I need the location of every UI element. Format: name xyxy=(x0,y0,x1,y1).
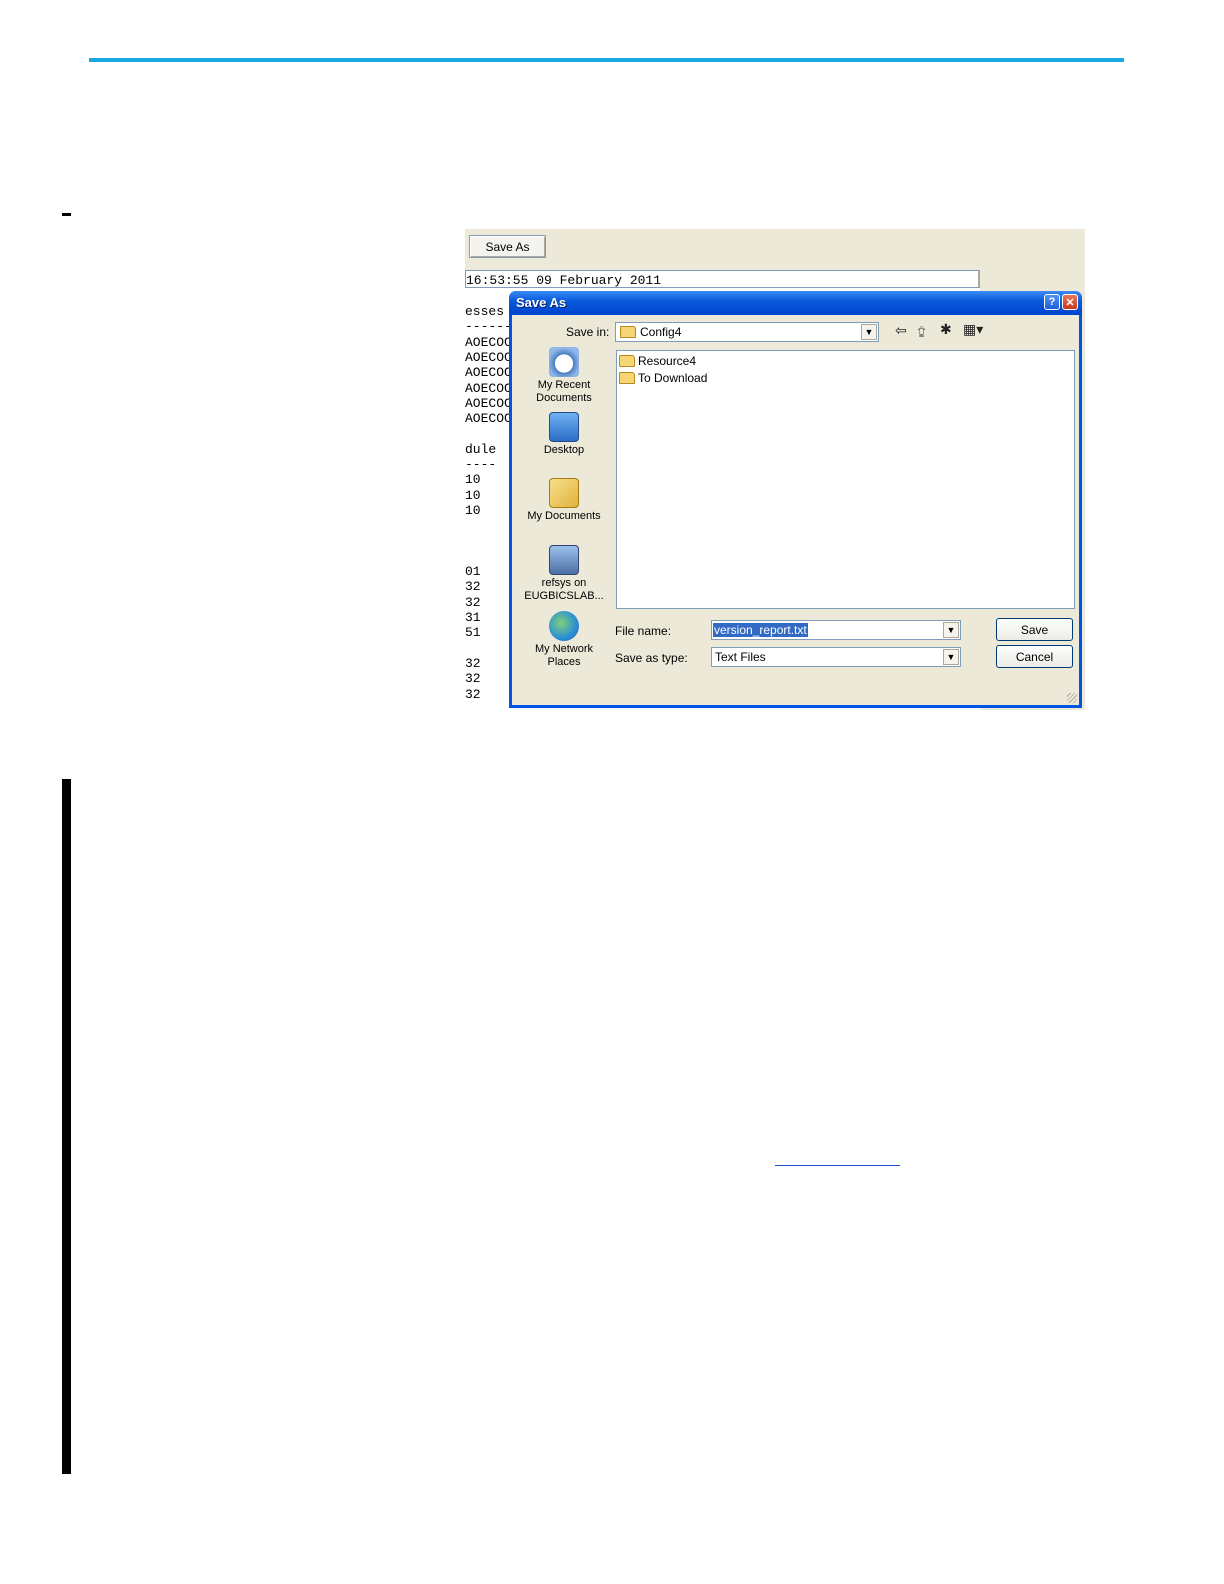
save-in-label: Save in: xyxy=(566,325,610,339)
change-bar xyxy=(62,779,71,1474)
save-as-type-dropdown[interactable]: Text Files ▼ xyxy=(711,647,961,667)
report-line: 32 xyxy=(465,579,481,595)
place-label: My Network Places xyxy=(534,643,594,668)
place-network-places[interactable]: My Network Places xyxy=(518,611,610,669)
dialog-title: Save As xyxy=(516,295,567,310)
view-menu-icon[interactable]: ▦▾ xyxy=(963,322,983,338)
cancel-button[interactable]: Cancel xyxy=(996,645,1073,668)
resize-grip[interactable] xyxy=(1067,693,1077,703)
report-line: 32 xyxy=(465,594,481,610)
report-line: AOECOC xyxy=(465,395,512,411)
save-as-type-label: Save as type: xyxy=(615,651,688,665)
network-drive-icon xyxy=(549,545,579,575)
save-as-type-value: Text Files xyxy=(715,650,766,664)
chevron-down-icon[interactable]: ▼ xyxy=(943,622,959,638)
file-list[interactable]: Resource4 To Download xyxy=(616,350,1075,609)
folder-icon xyxy=(619,355,635,367)
list-item[interactable]: To Download xyxy=(619,371,707,385)
save-button[interactable]: Save xyxy=(996,618,1073,641)
report-line: ---- xyxy=(465,457,497,472)
place-label: refsys on EUGBICSLAB... xyxy=(524,577,604,602)
report-line: 32 xyxy=(465,655,481,671)
screenshot: Save As esses ------ AOECOC AOECOC AOECOC AOE… xyxy=(465,229,1085,710)
close-button[interactable]: ✕ xyxy=(1062,294,1078,310)
chevron-down-icon[interactable]: ▼ xyxy=(861,324,877,340)
report-line: AOECOC xyxy=(465,380,512,396)
list-item[interactable]: Resource4 xyxy=(619,354,696,368)
report-line: 51 xyxy=(465,625,481,641)
file-name-label: File name: xyxy=(615,624,672,638)
report-line: 01 xyxy=(465,564,481,580)
folder-icon xyxy=(619,372,635,384)
header-rule xyxy=(89,58,1124,62)
save-in-dropdown[interactable]: Config4 ▼ xyxy=(615,322,879,342)
report-line: 10 xyxy=(465,472,481,488)
hyperlink-underline[interactable] xyxy=(775,1150,900,1166)
file-name: To Download xyxy=(638,371,708,385)
my-documents-icon xyxy=(549,478,579,508)
file-name-value: version_report.txt xyxy=(713,623,808,637)
report-line: AOECOC xyxy=(465,365,512,381)
place-network-drive[interactable]: refsys on EUGBICSLAB... xyxy=(518,545,610,603)
report-line: AOECOC xyxy=(465,411,512,427)
margin-marker xyxy=(62,213,71,216)
dialog-body: Save in: Config4 ▼ ⇦ ⮸ ✱ ▦▾ My Recent Do… xyxy=(512,315,1079,705)
report-line: 10 xyxy=(465,487,481,503)
up-folder-icon[interactable]: ⮸ xyxy=(917,322,926,346)
place-label: My Recent Documents xyxy=(536,379,592,404)
place-label: Desktop xyxy=(543,444,585,456)
new-folder-icon[interactable]: ✱ xyxy=(940,322,952,338)
report-line: 10 xyxy=(465,502,481,518)
report-line: 32 xyxy=(465,671,481,687)
folder-icon xyxy=(620,326,636,338)
report-timestamp: 16:53:55 09 February 2011 xyxy=(465,270,980,288)
report-line: esses xyxy=(465,304,505,319)
place-desktop[interactable]: Desktop xyxy=(518,412,610,457)
report-line: AOECOC xyxy=(465,334,512,350)
report-line: 32 xyxy=(465,686,481,702)
report-line: ------ xyxy=(465,319,512,335)
recent-documents-icon xyxy=(549,347,579,377)
desktop-icon xyxy=(549,412,579,442)
report-line: AOECOC xyxy=(465,349,512,365)
save-in-value: Config4 xyxy=(640,325,682,339)
network-places-icon xyxy=(549,611,579,641)
report-line: dule xyxy=(465,441,497,457)
places-bar: My Recent Documents Desktop My Documents re… xyxy=(518,347,610,687)
dialog-title-bar[interactable]: Save As ? ✕ xyxy=(509,291,1082,315)
back-icon[interactable]: ⇦ xyxy=(895,323,907,339)
chevron-down-icon[interactable]: ▼ xyxy=(943,649,959,665)
place-recent-documents[interactable]: My Recent Documents xyxy=(518,347,610,405)
file-name: Resource4 xyxy=(638,354,697,368)
help-button[interactable]: ? xyxy=(1044,294,1060,310)
place-label: My Documents xyxy=(527,510,601,522)
background-save-as-button[interactable]: Save As xyxy=(469,235,546,258)
save-as-dialog: Save As ? ✕ Save in: Config4 ▼ ⇦ ⮸ ✱ ▦▾ … xyxy=(509,291,1082,708)
report-line: 31 xyxy=(465,610,481,625)
file-name-input[interactable]: version_report.txt ▼ xyxy=(711,620,961,640)
place-my-documents[interactable]: My Documents xyxy=(518,478,610,523)
